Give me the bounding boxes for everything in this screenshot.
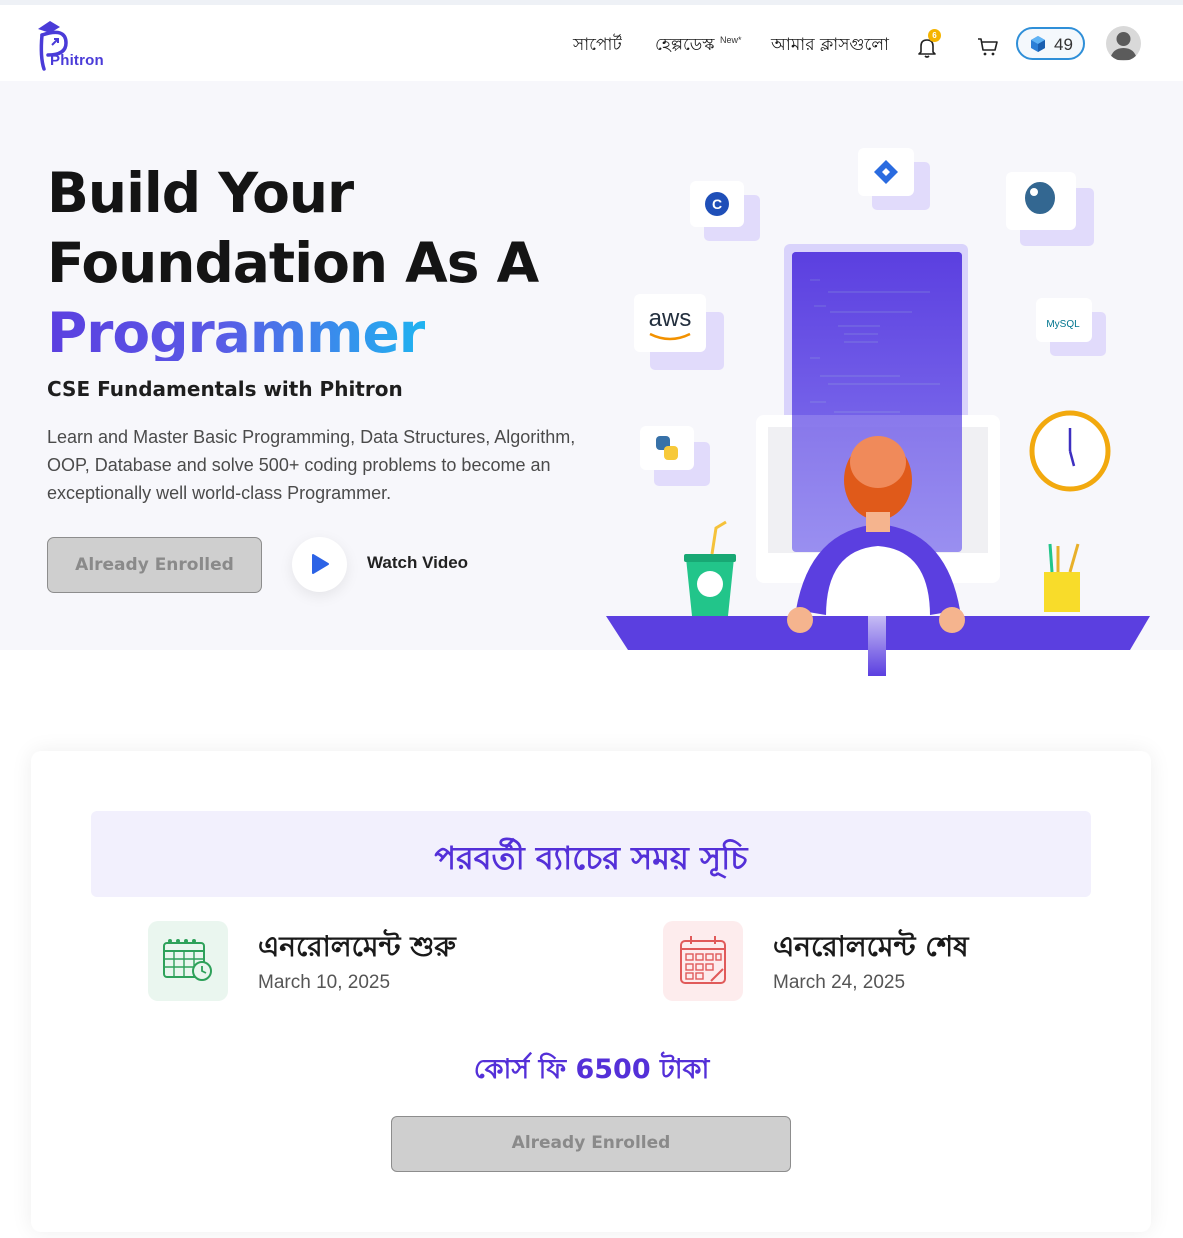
enrollment-end-icon-box <box>663 921 743 1001</box>
hero-subtitle: CSE Fundamentals with Phitron <box>47 377 403 401</box>
mysql-logo-badge: MySQL <box>1036 298 1106 356</box>
points-count: 49 <box>1054 35 1073 54</box>
enrollment-end-label: এনরোলমেন্ট শেষ <box>773 930 969 963</box>
svg-text:C: C <box>712 196 722 212</box>
cart-icon[interactable] <box>977 37 999 57</box>
svg-text:aws: aws <box>649 305 692 332</box>
python-logo-badge <box>640 426 710 486</box>
calendar-edit-icon <box>680 936 726 984</box>
calendar-clock-icon <box>163 939 212 981</box>
notification-count-badge: 6 <box>928 29 941 42</box>
aws-logo-badge: aws <box>634 294 724 370</box>
new-badge: New* <box>720 35 742 45</box>
enrollment-end-date: March 24, 2025 <box>773 972 906 993</box>
nav-my-classes-link[interactable]: আমার ক্লাসগুলো <box>771 32 889 60</box>
watch-video-link[interactable]: Watch Video <box>367 553 468 573</box>
schedule-title: পরবর্তী ব্যাচের সময় সূচি <box>434 839 748 877</box>
enrollment-start-label: এনরোলমেন্ট শুরু <box>258 930 456 963</box>
play-icon <box>312 554 329 574</box>
postgresql-logo-badge <box>1006 172 1094 246</box>
top-navbar: Phitron সাপোর্ট হেল্পডেস্ক New* আমার ক্ল… <box>0 5 1183 81</box>
hero-title-highlight: Programmer <box>47 301 426 365</box>
nav-helpdesk-link[interactable]: হেল্পডেস্ক <box>655 32 715 60</box>
play-video-button[interactable] <box>292 537 347 592</box>
enrollment-start-icon-box <box>148 921 228 1001</box>
logo-text: Phitron <box>50 52 104 69</box>
enrollment-start-date: March 10, 2025 <box>258 972 391 993</box>
user-avatar[interactable] <box>1106 26 1141 61</box>
schedule-header: পরবর্তী ব্যাচের সময় সূচি <box>91 811 1091 897</box>
svg-text:MySQL: MySQL <box>1046 319 1080 330</box>
c-logo-badge: C <box>690 181 760 241</box>
already-enrolled-button-bottom[interactable]: Already Enrolled <box>391 1116 791 1172</box>
gem-icon <box>1031 36 1045 52</box>
course-fee: কোর্স ফি 6500 টাকা <box>473 1054 710 1085</box>
user-silhouette-icon <box>1110 32 1137 60</box>
programmer-illustration: C aws MySQL <box>606 148 1150 676</box>
hero-title-line-1: Build Your <box>47 161 354 225</box>
points-badge[interactable]: 49 <box>1016 27 1085 60</box>
already-enrolled-button[interactable]: Already Enrolled <box>47 537 262 593</box>
hero-title-line-2: Foundation As A <box>47 231 539 295</box>
nav-support-link[interactable]: সাপোর্ট <box>573 32 622 60</box>
hero-description: Learn and Master Basic Programming, Data… <box>47 427 576 503</box>
jira-logo-badge <box>858 148 930 210</box>
